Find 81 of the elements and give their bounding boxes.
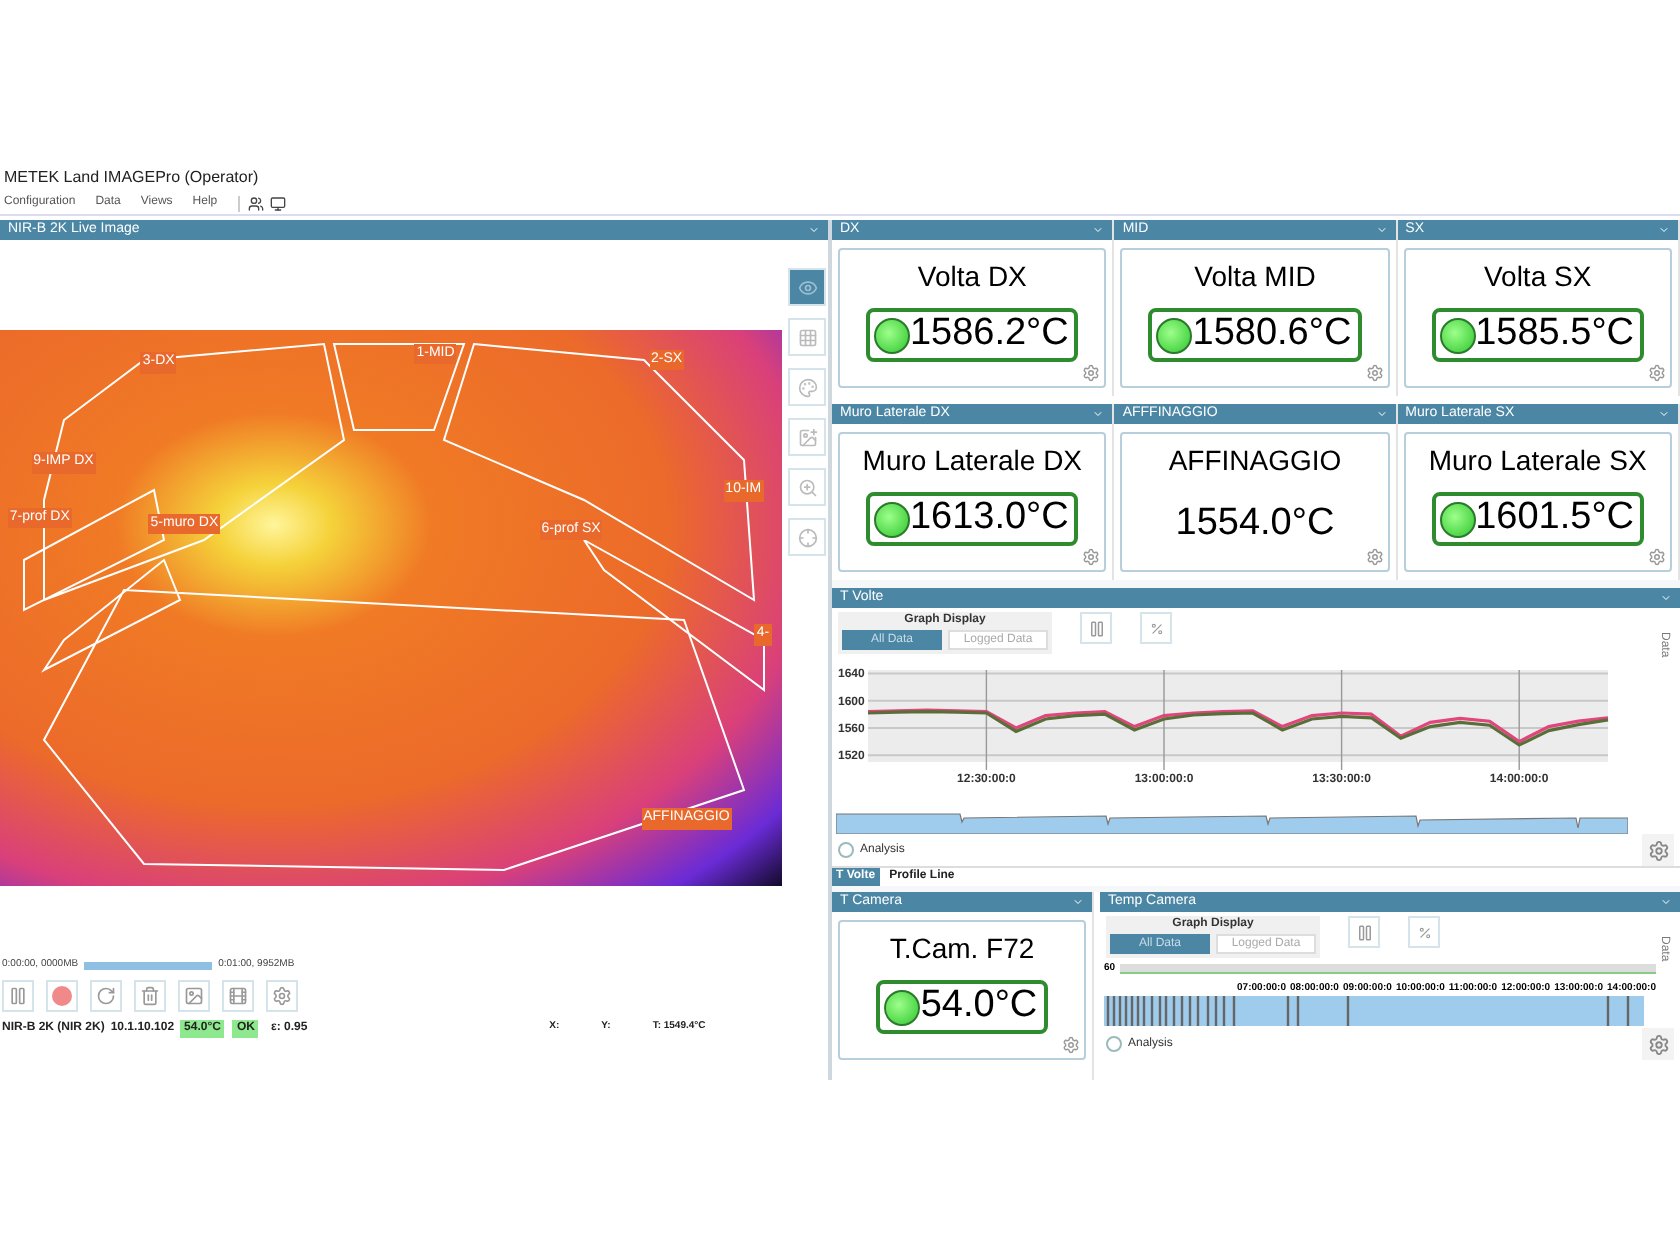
replay-button[interactable] xyxy=(90,979,122,1011)
delete-button[interactable] xyxy=(134,979,166,1011)
temperature-value: 1585.5°C xyxy=(1431,308,1645,362)
percent-icon xyxy=(1149,621,1163,635)
pause-icon xyxy=(1355,923,1373,941)
settings-icon xyxy=(1647,839,1669,861)
temperature-value: 1613.0°C xyxy=(865,492,1079,546)
pause-button[interactable] xyxy=(1348,916,1380,948)
crosshair-icon xyxy=(797,527,817,547)
palette-icon xyxy=(797,377,817,397)
zoom-icon xyxy=(797,477,817,497)
percent-icon xyxy=(1417,925,1431,939)
monitor-icon[interactable] xyxy=(269,195,286,211)
users-icon[interactable] xyxy=(247,195,264,211)
settings-icon xyxy=(272,985,292,1005)
percent-button[interactable] xyxy=(1408,916,1440,948)
dropdown-icon[interactable] xyxy=(1375,224,1388,236)
settings-icon[interactable] xyxy=(1647,548,1666,566)
dropdown-icon[interactable] xyxy=(1660,592,1672,604)
temperature-value: 54.0°C xyxy=(876,980,1048,1034)
settings-icon[interactable] xyxy=(1647,364,1666,382)
readout-title: Muro Laterale SX xyxy=(1428,442,1647,480)
dropdown-icon[interactable] xyxy=(1072,896,1084,908)
recording-bar xyxy=(84,961,213,970)
image-icon xyxy=(797,427,817,447)
expand-icon[interactable] xyxy=(838,842,854,858)
status-led-icon xyxy=(873,501,910,537)
pause-icon xyxy=(1087,619,1105,637)
status-led-icon xyxy=(1439,501,1476,537)
readout-title: T.Cam. F72 xyxy=(889,930,1035,968)
pause-button[interactable] xyxy=(1080,612,1112,644)
temperature-value: 1580.6°C xyxy=(1148,308,1362,362)
grid-icon xyxy=(797,327,817,347)
snapshot-button[interactable] xyxy=(178,979,210,1011)
trash-icon xyxy=(140,985,160,1005)
eye-icon xyxy=(797,277,817,297)
film-icon xyxy=(228,985,248,1005)
settings-icon[interactable] xyxy=(1062,1036,1080,1054)
rotate-icon xyxy=(96,985,116,1005)
image-tool-button[interactable] xyxy=(788,418,826,456)
expand-icon[interactable] xyxy=(1106,1036,1122,1052)
chart-settings-button[interactable] xyxy=(1642,1028,1674,1060)
settings-icon[interactable] xyxy=(1082,364,1101,382)
crosshair-tool-button[interactable] xyxy=(788,518,826,556)
eye-tool-button[interactable] xyxy=(788,268,826,306)
record-button[interactable] xyxy=(46,979,78,1011)
temperature-value: 1586.2°C xyxy=(865,308,1079,362)
percent-button[interactable] xyxy=(1140,612,1172,644)
pause-icon xyxy=(8,985,28,1005)
dropdown-icon[interactable] xyxy=(1657,408,1670,420)
readout-title: Volta MID xyxy=(1194,258,1316,296)
zoom-tool-button[interactable] xyxy=(788,468,826,506)
record-icon xyxy=(52,985,72,1005)
dropdown-icon[interactable] xyxy=(808,224,820,236)
status-led-icon xyxy=(1439,317,1476,353)
chart-settings-button[interactable] xyxy=(1642,834,1674,866)
readout-title: AFFINAGGIO xyxy=(1168,442,1342,480)
grid-tool-button[interactable] xyxy=(788,318,826,356)
dropdown-icon[interactable] xyxy=(1092,408,1105,420)
readout-title: Volta SX xyxy=(1483,258,1592,296)
image-icon xyxy=(184,985,204,1005)
settings-icon[interactable] xyxy=(1365,548,1384,566)
settings-button[interactable] xyxy=(266,979,298,1011)
window-title: METEK Land IMAGEPro (Operator) xyxy=(4,166,259,190)
dropdown-icon[interactable] xyxy=(1660,896,1672,908)
dropdown-icon[interactable] xyxy=(1375,408,1388,420)
status-led-icon xyxy=(873,317,910,353)
status-led-icon xyxy=(1156,317,1193,353)
pause-button[interactable] xyxy=(2,979,34,1011)
export-button[interactable] xyxy=(222,979,254,1011)
temperature-value: 1601.5°C xyxy=(1431,492,1645,546)
readout-title: Muro Laterale DX xyxy=(862,442,1083,480)
readout-title: Volta DX xyxy=(917,258,1027,296)
temperature-value: 1554.0°C xyxy=(1175,500,1335,548)
settings-icon xyxy=(1647,1033,1669,1055)
dropdown-icon[interactable] xyxy=(1657,224,1670,236)
palette-tool-button[interactable] xyxy=(788,368,826,406)
settings-icon[interactable] xyxy=(1365,364,1384,382)
settings-icon[interactable] xyxy=(1082,548,1101,566)
dropdown-icon[interactable] xyxy=(1092,224,1105,236)
status-led-icon xyxy=(884,989,921,1025)
